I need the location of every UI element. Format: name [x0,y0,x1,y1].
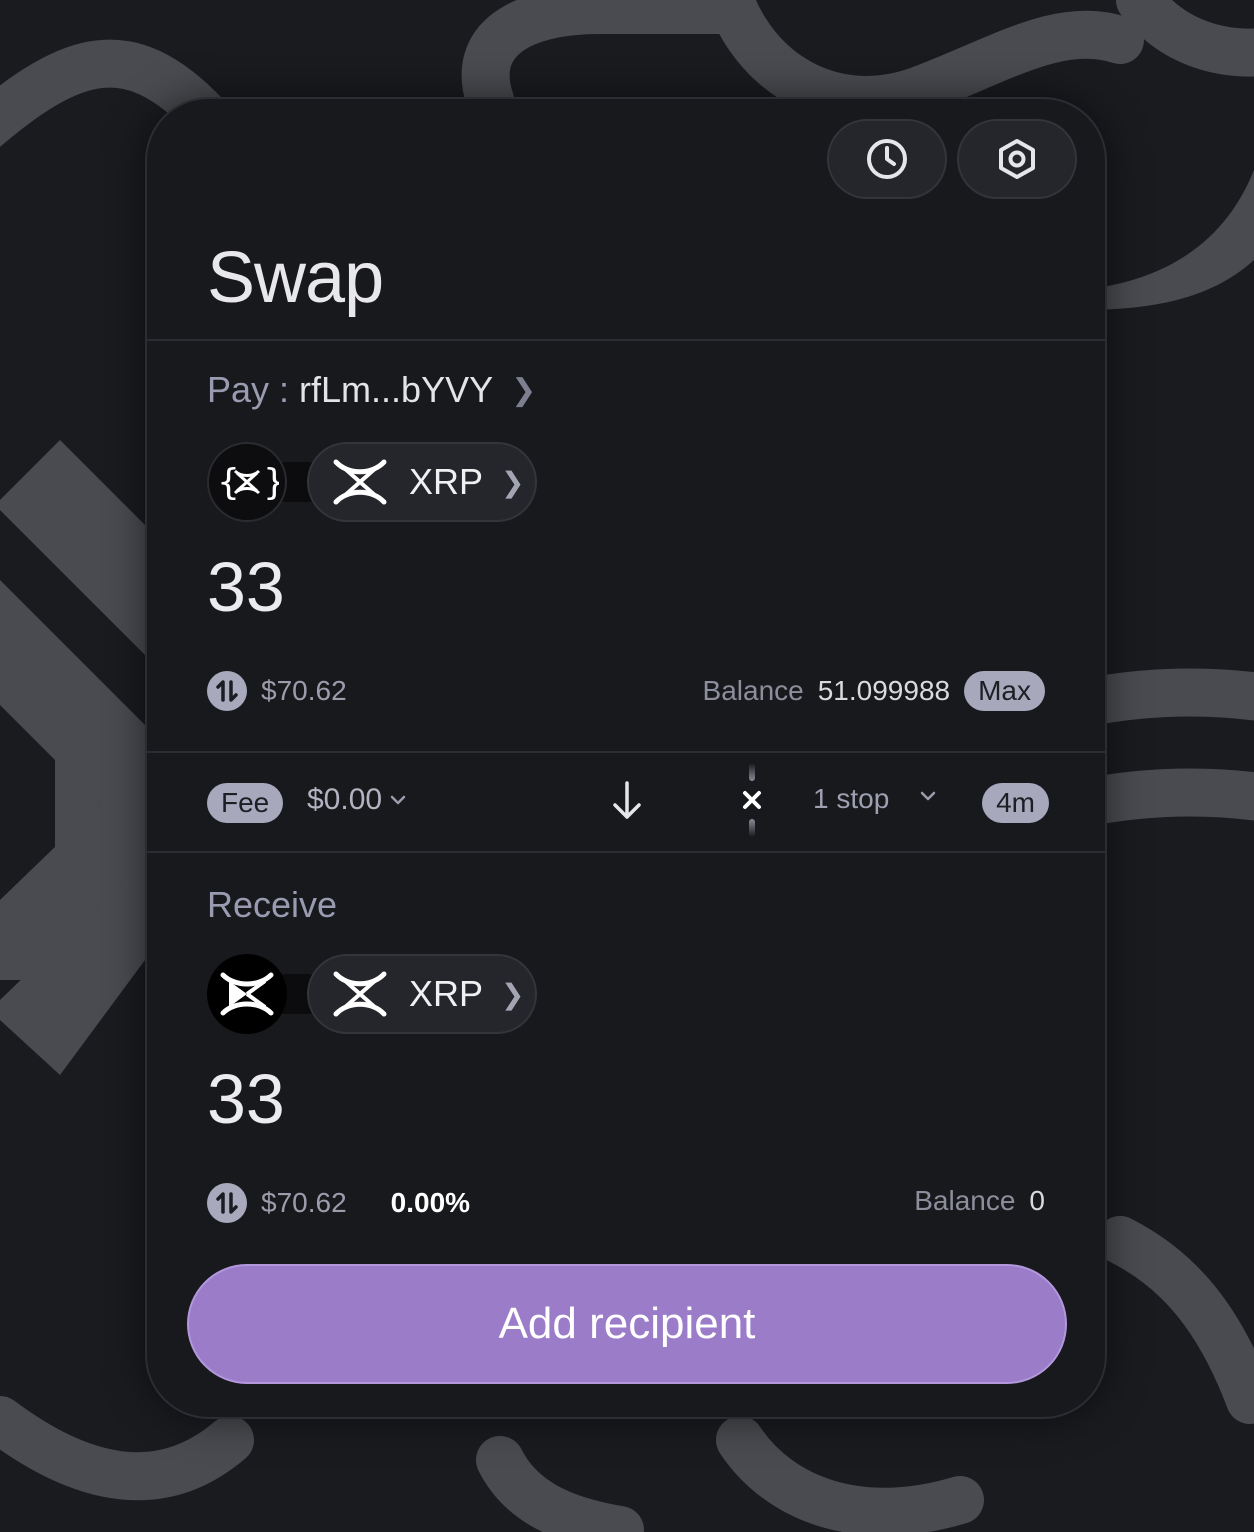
divider [147,851,1105,853]
page-title: Swap [207,238,384,318]
balance-label: Balance [702,675,804,706]
pay-token-selector[interactable]: XRP ❯ [307,442,537,522]
history-button[interactable] [827,119,947,199]
balance-label: Balance [914,1185,1016,1216]
receive-usd-row: $70.62 0.00% [207,1183,470,1223]
pay-usd-value: $70.62 [261,675,347,706]
max-button[interactable]: Max [964,671,1045,711]
chevron-right-icon: ❯ [511,373,537,407]
flip-direction-button[interactable] [609,779,645,828]
pay-label: Pay : [207,369,290,410]
fee-value: $0.00 [307,783,383,816]
svg-text:{: { [217,462,240,503]
settings-button[interactable] [957,119,1077,199]
clock-icon [867,139,907,179]
pay-balance-value: 51.099988 [817,675,951,706]
currency-toggle-icon[interactable] [207,671,247,711]
route-path-icon [743,763,761,837]
chevron-right-icon: ❯ [501,978,525,1010]
currency-toggle-icon[interactable] [207,1183,247,1223]
route-row: Fee $0.00 1 stop 4m [147,753,1105,853]
receive-amount: 33 [207,1060,285,1138]
divider [147,339,1105,341]
receive-token-selector[interactable]: XRP ❯ [307,954,537,1034]
receive-token-symbol: XRP [409,973,484,1014]
chevron-down-icon[interactable] [919,789,937,803]
pay-token-symbol: XRP [409,461,484,502]
xrp-icon [333,971,387,1017]
swap-card: Swap Pay : rfLm...bYVY ❯ { } XRP ❯ 33 [145,97,1107,1419]
svg-text:}: } [263,462,279,503]
add-recipient-button[interactable]: Add recipient [187,1264,1067,1384]
price-impact: 0.00% [390,1187,471,1218]
pay-amount-input[interactable]: 33 [207,547,285,627]
pay-token-group: { } XRP ❯ [207,442,537,522]
receive-token-group: XRP ❯ [207,954,537,1034]
chevron-down-icon [390,795,406,805]
fee-badge: Fee [207,783,284,823]
chevron-right-icon: ❯ [501,466,525,498]
route-time-badge: 4m [982,783,1049,823]
receive-label: Receive [207,884,338,925]
route-stops[interactable]: 1 stop [813,783,889,815]
receive-balance-value: 0 [1029,1185,1045,1216]
receive-balance-row: Balance 0 [914,1185,1045,1217]
receive-usd-value: $70.62 [261,1187,347,1218]
pay-usd-row: $70.62 [207,671,347,711]
xaman-wallet-icon: { } [207,442,287,522]
pay-account-selector[interactable]: Pay : rfLm...bYVY ❯ [207,369,536,411]
hexagon-gear-icon [999,139,1035,179]
xrp-icon [333,459,387,505]
pay-balance-row: Balance 51.099988 Max [703,671,1045,711]
arrow-down-icon [613,781,641,819]
xaman-x-icon [207,954,287,1034]
fee-dropdown[interactable]: $0.00 [307,783,406,817]
pay-address: rfLm...bYVY [299,369,494,410]
